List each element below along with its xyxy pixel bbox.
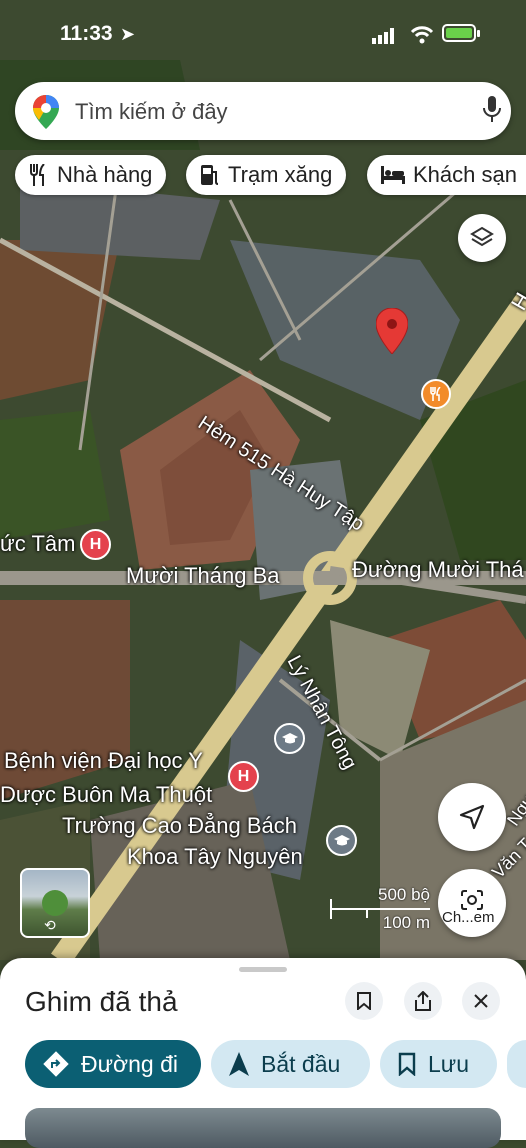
sheet-drag-handle[interactable] bbox=[239, 967, 287, 972]
start-label: Bắt đầu bbox=[261, 1050, 341, 1077]
microphone-icon[interactable] bbox=[483, 96, 501, 124]
dropped-pin-icon[interactable] bbox=[376, 308, 408, 354]
location-arrow-icon: ➤ bbox=[120, 24, 136, 44]
my-location-button[interactable] bbox=[438, 783, 506, 851]
chip-label: Trạm xăng bbox=[228, 162, 333, 187]
close-icon bbox=[474, 994, 488, 1008]
chip-label: Nhà hàng bbox=[57, 162, 153, 187]
scale-metric: 100 m bbox=[382, 913, 430, 932]
start-button[interactable]: Bắt đầu bbox=[211, 1040, 370, 1088]
directions-icon bbox=[43, 1051, 69, 1077]
battery-icon bbox=[442, 24, 476, 42]
save-button[interactable]: Lưu bbox=[380, 1040, 497, 1088]
place-photo[interactable] bbox=[25, 1108, 501, 1148]
school-marker-icon[interactable] bbox=[326, 825, 357, 856]
share-button[interactable] bbox=[404, 982, 442, 1020]
place-bottom-sheet[interactable]: Ghim đã thả Đường đi Bắt đầu Lưu bbox=[0, 958, 526, 1148]
layers-icon bbox=[470, 226, 494, 247]
scale-imperial: 500 bộ bbox=[378, 885, 430, 904]
camera-lens-icon bbox=[461, 890, 483, 910]
chip-restaurants[interactable]: Nhà hàng bbox=[15, 155, 167, 195]
place-label: Khoa Tây Nguyên bbox=[127, 844, 303, 869]
lens-button[interactable]: Ch...em bbox=[438, 869, 506, 937]
navigation-arrow-icon bbox=[229, 1052, 249, 1076]
hotel-icon bbox=[381, 166, 405, 184]
maps-pin-logo-icon bbox=[33, 95, 59, 129]
rotate-360-icon: ⟲ bbox=[44, 917, 56, 933]
more-actions-button[interactable] bbox=[507, 1040, 526, 1088]
place-label: Bệnh viện Đại học Y bbox=[4, 748, 203, 773]
chip-label: Khách sạn bbox=[413, 162, 517, 187]
save-label: Lưu bbox=[428, 1050, 469, 1077]
chip-gas-stations[interactable]: Trạm xăng bbox=[186, 155, 347, 195]
bookmark-icon bbox=[357, 992, 371, 1010]
hospital-marker-icon[interactable]: H bbox=[80, 529, 111, 560]
street-label: Đường Mười Thá bbox=[352, 557, 524, 582]
share-icon bbox=[415, 991, 431, 1011]
hospital-marker-icon[interactable]: H bbox=[228, 761, 259, 792]
place-label: Dược Buôn Ma Thuột bbox=[0, 782, 213, 807]
search-input[interactable]: Tìm kiếm ở đây bbox=[75, 99, 228, 125]
close-button[interactable] bbox=[462, 982, 500, 1020]
restaurant-marker-icon[interactable] bbox=[421, 379, 451, 409]
school-marker-icon[interactable] bbox=[274, 723, 305, 754]
restaurant-icon bbox=[29, 164, 49, 186]
map-scale: 500 bộ 100 m bbox=[330, 885, 430, 935]
gas-station-icon bbox=[200, 164, 220, 186]
layers-button[interactable] bbox=[458, 214, 506, 262]
navigation-arrow-icon bbox=[459, 804, 485, 830]
status-time: 11:33 bbox=[60, 22, 113, 45]
place-label: Trường Cao Đẳng Bách bbox=[62, 813, 298, 838]
place-label: ức Tâm bbox=[0, 531, 76, 556]
lens-button-label: Ch...em bbox=[442, 909, 495, 926]
bookmark-icon bbox=[398, 1052, 416, 1076]
chip-hotels[interactable]: Khách sạn bbox=[367, 155, 526, 195]
search-bar[interactable]: Tìm kiếm ở đây bbox=[15, 82, 511, 140]
cellular-signal-icon bbox=[372, 28, 394, 44]
directions-label: Đường đi bbox=[81, 1050, 178, 1077]
sheet-title: Ghim đã thả bbox=[25, 986, 178, 1017]
status-bar: 11:33 ➤ bbox=[0, 0, 526, 70]
street-label: Mười Tháng Ba bbox=[126, 563, 280, 588]
street-view-thumbnail[interactable]: ⟲ bbox=[20, 868, 90, 938]
wifi-icon bbox=[410, 26, 434, 44]
directions-button[interactable]: Đường đi bbox=[25, 1040, 201, 1088]
save-icon-button[interactable] bbox=[345, 982, 383, 1020]
